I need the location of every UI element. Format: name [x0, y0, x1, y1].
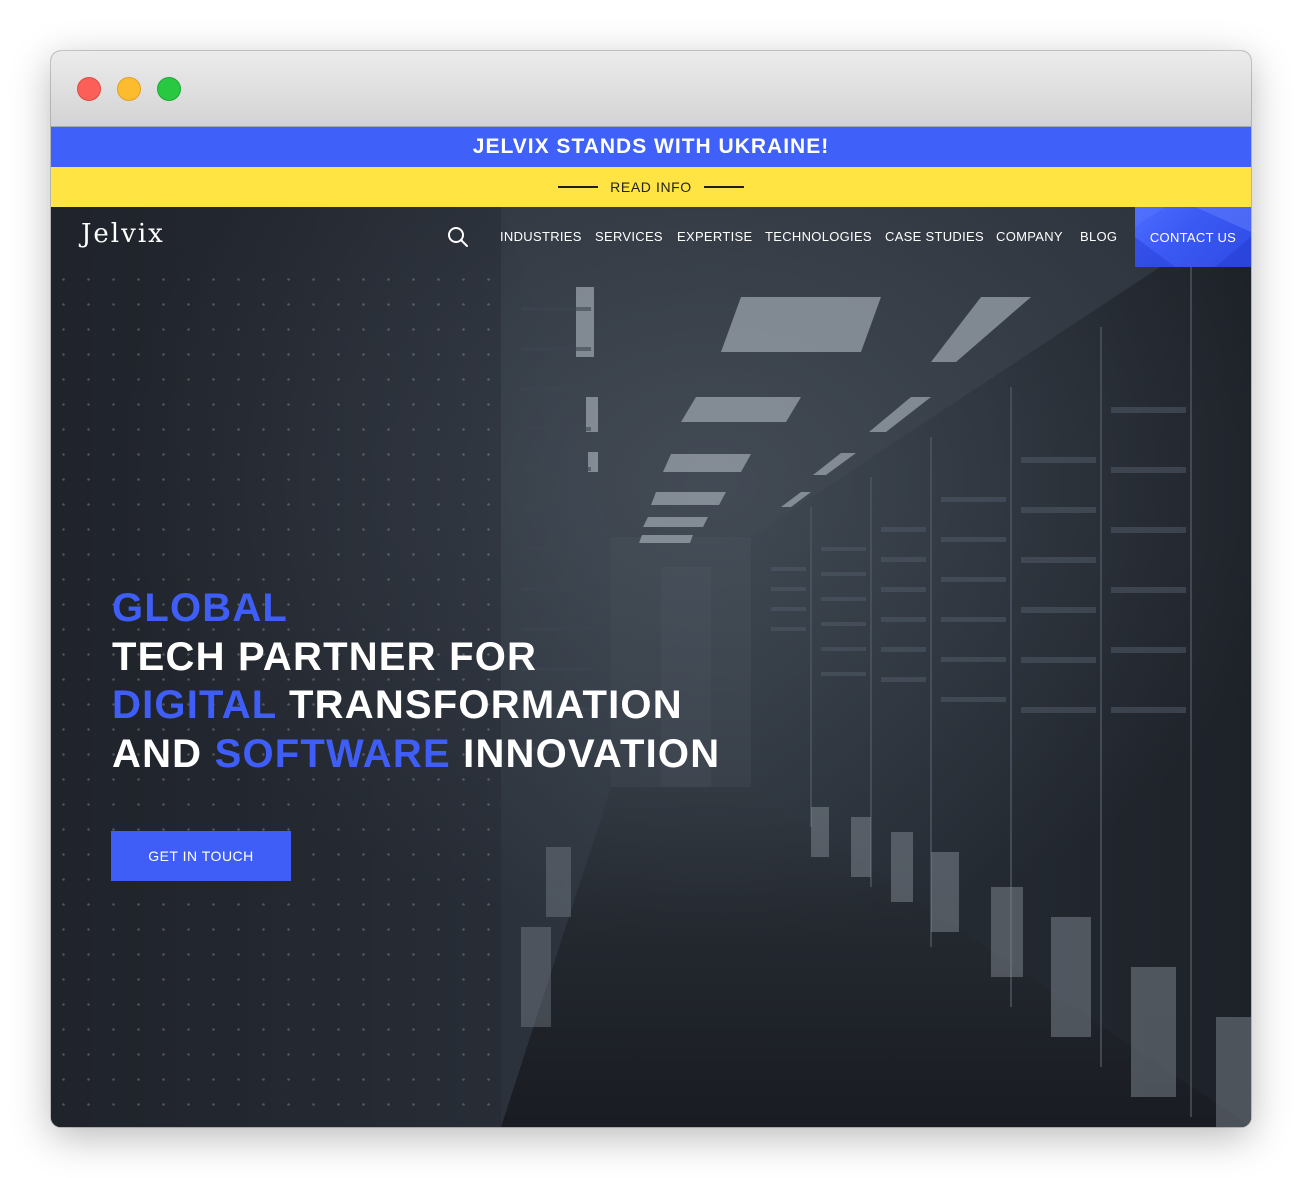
- nav-item-expertise[interactable]: EXPERTISE: [677, 229, 752, 244]
- headline-text: AND: [112, 731, 215, 776]
- headline-line-2: TECH PARTNER FOR: [112, 633, 720, 682]
- read-info-bar: READ INFO: [51, 167, 1251, 207]
- nav-item-industries[interactable]: INDUSTRIES: [500, 229, 582, 244]
- get-in-touch-label: GET IN TOUCH: [148, 848, 254, 864]
- window-titlebar: [51, 51, 1251, 127]
- main-navbar: Jelvix INDUSTRIES SERVICES EXPERTISE TEC…: [51, 207, 1251, 267]
- headline-line-3: DIGITAL TRANSFORMATION: [112, 681, 720, 730]
- headline-text: INNOVATION: [450, 731, 721, 776]
- nav-item-technologies[interactable]: TECHNOLOGIES: [765, 229, 872, 244]
- decorative-line-right: [703, 186, 744, 188]
- headline-accent-software: SOFTWARE: [214, 731, 451, 776]
- read-info-link[interactable]: READ INFO: [610, 179, 692, 195]
- nav-item-company[interactable]: COMPANY: [996, 229, 1063, 244]
- headline-text: TRANSFORMATION: [276, 683, 683, 727]
- contact-us-label: CONTACT US: [1149, 229, 1237, 245]
- nav-item-case-studies[interactable]: CASE STUDIES: [885, 229, 984, 244]
- browser-window: JELVIX STANDS WITH UKRAINE! READ INFO Je…: [51, 51, 1251, 1127]
- headline-line-4: AND SOFTWARE INNOVATION: [112, 730, 720, 779]
- headline-accent-global: GLOBAL: [112, 586, 289, 630]
- hero-section: Jelvix INDUSTRIES SERVICES EXPERTISE TEC…: [51, 207, 1251, 1127]
- maximize-window-button[interactable]: [157, 77, 181, 101]
- minimize-window-button[interactable]: [117, 77, 141, 101]
- headline-line-1: GLOBAL: [112, 584, 720, 633]
- decorative-line-left: [558, 186, 599, 188]
- nav-item-blog[interactable]: BLOG: [1080, 229, 1117, 244]
- search-icon[interactable]: [447, 226, 469, 248]
- nav-item-services[interactable]: SERVICES: [595, 229, 663, 244]
- headline-accent-digital: DIGITAL: [112, 683, 277, 727]
- hero-headline: GLOBAL TECH PARTNER FOR DIGITAL TRANSFOR…: [112, 584, 720, 778]
- jelvix-logo[interactable]: Jelvix: [81, 219, 165, 249]
- get-in-touch-button[interactable]: GET IN TOUCH: [111, 831, 291, 881]
- ukraine-banner: JELVIX STANDS WITH UKRAINE!: [51, 127, 1251, 167]
- close-window-button[interactable]: [77, 77, 101, 101]
- headline-text: TECH PARTNER FOR: [112, 634, 538, 679]
- contact-us-button[interactable]: CONTACT US: [1135, 207, 1251, 267]
- ukraine-banner-title: JELVIX STANDS WITH UKRAINE!: [472, 135, 830, 158]
